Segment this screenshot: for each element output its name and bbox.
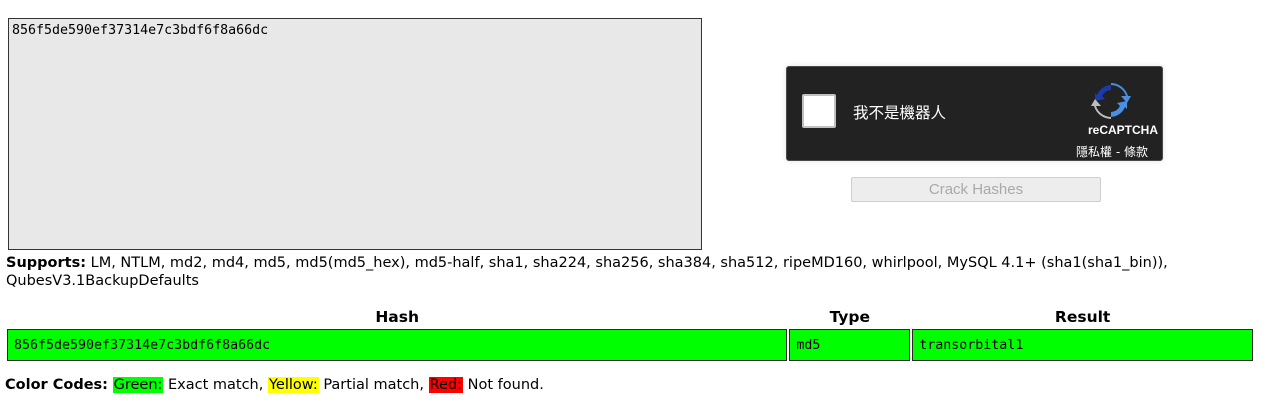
recaptcha-link-separator: - [1112,145,1124,159]
red-desc: Not found. [463,377,544,393]
color-codes-legend: Color Codes: Green: Exact match, Yellow:… [5,377,544,393]
column-header-type: Type [829,308,871,326]
supports-label: Supports: [6,255,86,271]
cell-type: md5 [789,329,911,361]
column-header-result: Result [1054,308,1111,326]
recaptcha-label: 我不是機器人 [853,104,947,122]
recaptcha-checkbox[interactable] [802,94,836,128]
recaptcha-terms-link[interactable]: 條款 [1124,145,1148,159]
cell-hash: 856f5de590ef37314e7c3bdf6f8a66dc [7,329,788,361]
table-row: 856f5de590ef37314e7c3bdf6f8a66dc md5 tra… [7,329,1253,361]
recaptcha-privacy-link[interactable]: 隱私權 [1076,145,1112,159]
hash-input[interactable]: 856f5de590ef37314e7c3bdf6f8a66dc [8,18,702,250]
color-codes-label: Color Codes: [5,377,108,393]
green-desc: Exact match, [163,377,264,393]
recaptcha-widget: 我不是機器人 reCAPTCHA 隱私權 - 條款 [786,66,1163,161]
recaptcha-brand: reCAPTCHA [1087,123,1158,137]
yellow-desc: Partial match, [318,377,424,393]
recaptcha-links: 隱私權 - 條款 [1076,143,1148,160]
results-table: Hash Type Result 856f5de590ef37314e7c3bd… [5,305,1255,363]
recaptcha-logo-icon [1091,83,1131,119]
cell-result: transorbital1 [912,329,1253,361]
green-swatch: Green: [112,377,164,393]
red-swatch: Red: [428,377,464,393]
column-header-hash: Hash [375,308,420,326]
crack-hashes-button[interactable]: Crack Hashes [851,177,1101,202]
supported-hash-types: Supports: LM, NTLM, md2, md4, md5, md5(m… [6,254,1256,290]
supports-list: LM, NTLM, md2, md4, md5, md5(md5_hex), m… [6,255,1168,289]
yellow-swatch: Yellow: [267,377,319,393]
